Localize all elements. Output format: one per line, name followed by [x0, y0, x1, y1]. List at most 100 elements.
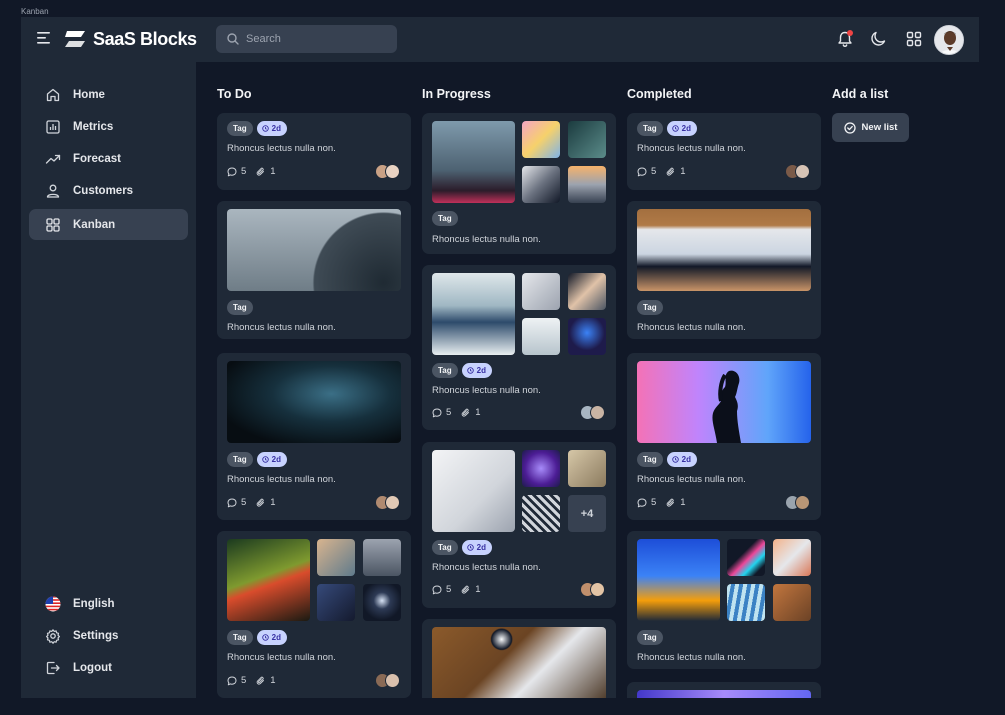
card-image — [727, 539, 765, 576]
card-image — [522, 495, 560, 532]
new-list-label: New list — [861, 122, 898, 133]
due-badge: 2d — [256, 630, 287, 645]
kanban-card[interactable]: Tag 2d Rhoncus lectus nulla non. 5 1 — [422, 265, 616, 430]
grid-icon — [46, 217, 60, 232]
sidebar-item-forecast[interactable]: Forecast — [29, 143, 188, 174]
paperclip-icon — [256, 498, 265, 507]
assignee-avatars — [375, 673, 401, 688]
search-icon — [227, 33, 239, 45]
assignee-avatars — [580, 405, 606, 420]
card-text: Rhoncus lectus nulla non. — [637, 143, 746, 154]
card-image — [432, 121, 515, 203]
paperclip-icon — [256, 676, 265, 685]
trend-up-icon — [45, 154, 61, 164]
sidebar-item-logout[interactable]: Logout — [29, 652, 188, 683]
due-badge: 2d — [461, 540, 492, 555]
card-image — [522, 273, 560, 310]
tag-badge: Tag — [637, 630, 663, 645]
attachment-count: 1 — [680, 497, 686, 508]
card-image — [637, 361, 811, 443]
kanban-card[interactable]: Tag Rhoncus lectus nulla non. — [422, 113, 616, 254]
card-meta: 5 1 — [637, 166, 692, 177]
attachment-count: 1 — [270, 166, 276, 177]
comment-icon — [227, 676, 237, 685]
sidebar-item-label: Kanban — [73, 218, 116, 231]
sidebar-item-label: Logout — [73, 661, 112, 674]
kanban-card[interactable]: Tag 2d Rhoncus lectus nulla non. 5 1 — [217, 531, 411, 698]
kanban-card[interactable]: Tag Rhoncus lectus nulla non. — [627, 201, 821, 339]
card-image — [773, 584, 811, 621]
kanban-card[interactable]: Tag 2d Rhoncus lectus nulla non. 5 1 — [627, 353, 821, 520]
notifications-button[interactable] — [836, 30, 854, 48]
card-meta: 5 1 — [432, 407, 487, 418]
more-images-button[interactable]: +4 — [568, 495, 606, 532]
comment-count: 5 — [446, 584, 452, 595]
sidebar-item-metrics[interactable]: Metrics — [29, 111, 188, 142]
kanban-card[interactable]: +4 Tag 2d Rhoncus lectus nulla non. 5 1 — [422, 442, 616, 608]
tag-badge: Tag — [227, 452, 253, 467]
card-meta: 5 1 — [227, 675, 282, 686]
card-text: Rhoncus lectus nulla non. — [227, 143, 336, 154]
theme-toggle[interactable] — [870, 30, 888, 48]
avatar — [795, 495, 810, 510]
new-list-button[interactable]: New list — [832, 113, 909, 142]
attachment-count: 1 — [270, 497, 276, 508]
kanban-board: To Do In Progress Completed Add a list N… — [196, 62, 979, 698]
kanban-card[interactable]: Tag 2d Rhoncus lectus nulla non. 5 1 — [217, 113, 411, 190]
comment-icon — [227, 167, 237, 176]
sidebar-item-kanban[interactable]: Kanban — [29, 209, 188, 240]
paperclip-icon — [461, 408, 470, 417]
card-meta: 5 1 — [227, 497, 282, 508]
logo[interactable]: SaaS Blocks — [63, 27, 197, 51]
comment-count: 5 — [241, 497, 247, 508]
apps-button[interactable] — [905, 30, 923, 48]
paperclip-icon — [256, 167, 265, 176]
card-image — [568, 318, 606, 355]
logo-text: SaaS Blocks — [93, 28, 197, 49]
kanban-card[interactable]: Tag 2d Rhoncus lectus nulla non. 5 1 — [217, 353, 411, 520]
kanban-card[interactable]: Tag 2d Rhoncus lectus nulla non. 5 1 — [627, 113, 821, 190]
card-text: Rhoncus lectus nulla non. — [637, 652, 746, 663]
comment-icon — [432, 408, 442, 417]
card-text: Rhoncus lectus nulla non. — [227, 474, 336, 485]
card-text: Rhoncus lectus nulla non. — [432, 234, 541, 245]
card-image — [637, 690, 811, 698]
sidebar-item-language[interactable]: English — [29, 588, 188, 619]
sidebar-item-settings[interactable]: Settings — [29, 620, 188, 651]
avatar — [795, 164, 810, 179]
sidebar-item-label: Home — [73, 88, 105, 101]
users-icon — [46, 184, 60, 198]
notification-dot — [847, 30, 853, 36]
attachment-count: 1 — [475, 407, 481, 418]
avatar — [385, 495, 400, 510]
gear-icon — [46, 628, 60, 644]
sidebar-item-customers[interactable]: Customers — [29, 175, 188, 206]
search-box[interactable] — [216, 25, 397, 53]
attachment-count: 1 — [270, 675, 276, 686]
card-image — [568, 166, 606, 203]
card-image — [568, 450, 606, 487]
search-input[interactable] — [246, 33, 376, 45]
kanban-card[interactable]: Tag Rhoncus lectus nulla non. — [627, 531, 821, 669]
card-image — [522, 166, 560, 203]
home-icon — [46, 88, 60, 101]
card-text: Rhoncus lectus nulla non. — [227, 652, 336, 663]
card-image — [363, 539, 401, 576]
due-badge: 2d — [256, 121, 287, 136]
kanban-card[interactable] — [627, 682, 821, 698]
due-badge: 2d — [256, 452, 287, 467]
app-window: SaaS Blocks Search Home Metrics Forecast… — [21, 17, 979, 698]
due-badge: 2d — [666, 452, 697, 467]
card-image — [568, 273, 606, 310]
kanban-card[interactable] — [422, 619, 616, 698]
menu-icon[interactable] — [37, 31, 53, 45]
assignee-avatars — [375, 164, 401, 179]
logout-icon — [46, 661, 60, 674]
kanban-card[interactable]: Tag Rhoncus lectus nulla non. — [217, 201, 411, 339]
comment-count: 5 — [446, 407, 452, 418]
card-image — [227, 361, 401, 443]
moon-icon — [871, 31, 886, 46]
comment-icon — [637, 167, 647, 176]
user-avatar[interactable] — [934, 25, 964, 55]
sidebar-item-home[interactable]: Home — [29, 79, 188, 110]
